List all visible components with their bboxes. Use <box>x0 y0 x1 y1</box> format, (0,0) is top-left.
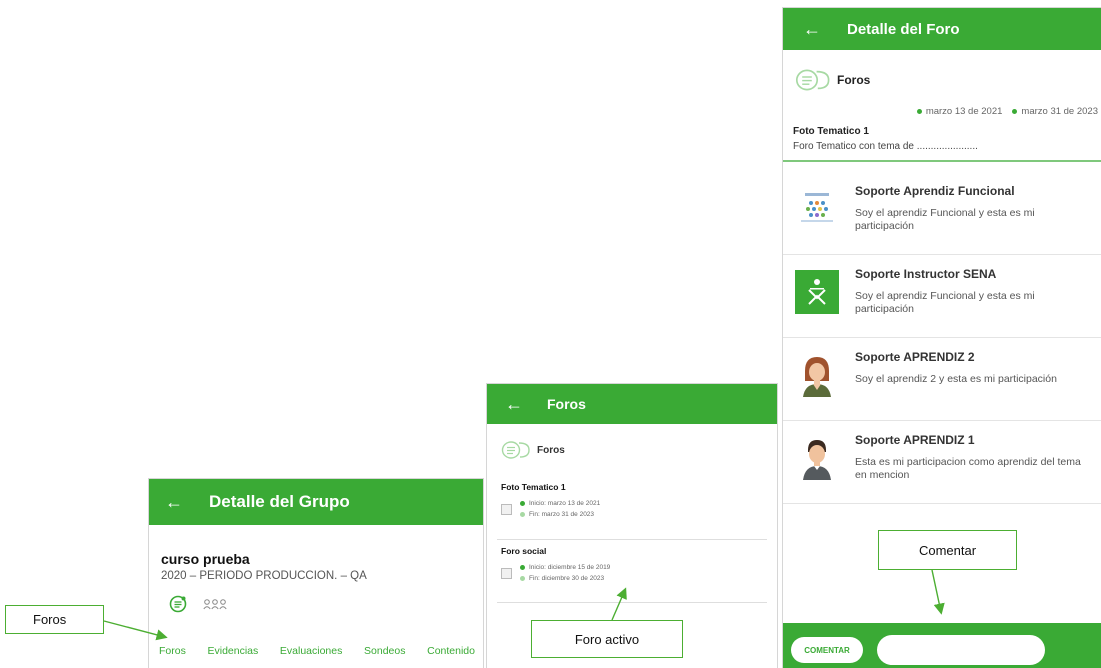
section-header: Foros <box>795 68 870 92</box>
section-label: Foros <box>537 444 565 456</box>
end-date: marzo 31 de 2023 <box>1012 106 1098 117</box>
callout-foros: Foros <box>5 605 104 634</box>
forum-checkbox[interactable] <box>501 503 512 515</box>
man-avatar <box>803 440 831 480</box>
comment-bar: COMENTAR <box>783 623 1101 668</box>
end-dot-icon <box>520 575 525 581</box>
app-bar: ← Detalle del Grupo <box>149 479 483 525</box>
start-date-text: marzo 13 de 2021 <box>925 106 1003 117</box>
woman-avatar <box>803 357 831 397</box>
participant-name: Soporte Instructor SENA <box>855 267 997 281</box>
forum-item[interactable]: Foto Tematico 1 Inicio: marzo 13 de 2021… <box>501 482 767 520</box>
group-detail-screen: ← Detalle del Grupo curso prueba 2020 – … <box>148 478 484 668</box>
forum-end-text: Fin: diciembre 30 de 2023 <box>529 575 605 582</box>
divider <box>783 160 1101 162</box>
group-tabs: Foros Evidencias Evaluaciones Sondeos Co… <box>157 645 477 657</box>
tab-contenido[interactable]: Contenido <box>425 645 477 657</box>
course-name: curso prueba <box>161 551 250 567</box>
divider <box>497 539 767 540</box>
forum-date-range: marzo 13 de 2021 marzo 31 de 2023 <box>916 106 1098 117</box>
topic-title: Foto Tematico 1 <box>793 126 869 137</box>
start-date: marzo 13 de 2021 <box>916 106 1003 117</box>
end-date-text: marzo 31 de 2023 <box>1021 106 1098 117</box>
participant-item[interactable]: Soporte APRENDIZ 2 Soy el aprendiz 2 y e… <box>783 339 1101 421</box>
participant-item[interactable]: Soporte APRENDIZ 1 Esta es mi participac… <box>783 422 1101 504</box>
infographic-avatar <box>795 187 839 231</box>
tab-foros[interactable]: Foros <box>157 645 188 657</box>
back-arrow-icon[interactable]: ← <box>803 19 821 40</box>
forum-name: Foto Tematico 1 <box>501 482 566 492</box>
participant-name: Soporte Aprendiz Funcional <box>855 184 1015 198</box>
forum-end: Fin: marzo 31 de 2023 <box>520 509 600 520</box>
screen-title: Detalle del Grupo <box>209 492 350 511</box>
forum-checkbox[interactable] <box>501 567 512 579</box>
forum-end-text: Fin: marzo 31 de 2023 <box>529 511 595 518</box>
forum-item[interactable]: Foro social Inicio: diciembre 15 de 2019… <box>501 546 767 584</box>
forum-start: Inicio: marzo 13 de 2021 <box>520 498 600 509</box>
end-dot-icon <box>1012 108 1018 114</box>
sena-logo-avatar <box>795 270 839 314</box>
end-dot-icon <box>520 511 525 517</box>
forum-dates: Inicio: diciembre 15 de 2019 Fin: diciem… <box>501 562 767 584</box>
chat-bubbles-icon <box>501 441 530 459</box>
participant-text: Soy el aprendiz Funcional y esta es mi p… <box>855 290 1035 315</box>
canvas: ← Detalle del Grupo curso prueba 2020 – … <box>0 0 1101 668</box>
course-period: 2020 – PERIODO PRODUCCION. – QA <box>161 570 367 582</box>
section-label: Foros <box>837 73 871 87</box>
participant-item[interactable]: Soporte Aprendiz Funcional Soy el aprend… <box>783 173 1101 255</box>
back-arrow-icon[interactable]: ← <box>165 492 183 513</box>
participant-name: Soporte APRENDIZ 1 <box>855 433 975 447</box>
chat-bubbles-icon <box>795 69 830 91</box>
participant-text: Soy el aprendiz Funcional y esta es mi p… <box>855 207 1035 232</box>
section-header: Foros <box>501 440 565 460</box>
tab-evidencias[interactable]: Evidencias <box>205 645 260 657</box>
tab-evaluaciones[interactable]: Evaluaciones <box>278 645 344 657</box>
forum-name: Foro social <box>501 546 547 556</box>
topic-description: Foro Tematico con tema de ..............… <box>793 141 978 152</box>
participant-text: Soy el aprendiz 2 y esta es mi participa… <box>855 373 1057 385</box>
back-arrow-icon[interactable]: ← <box>505 394 523 415</box>
tab-sondeos[interactable]: Sondeos <box>362 645 407 657</box>
comment-button[interactable]: COMENTAR <box>791 637 863 663</box>
callout-foro-activo: Foro activo <box>531 620 683 658</box>
group-icons <box>169 595 227 613</box>
forum-start: Inicio: diciembre 15 de 2019 <box>520 562 610 573</box>
forum-end: Fin: diciembre 30 de 2023 <box>520 573 610 584</box>
forum-start-text: Inicio: marzo 13 de 2021 <box>529 500 601 507</box>
participant-item[interactable]: Soporte Instructor SENA Soy el aprendiz … <box>783 256 1101 338</box>
participant-text: Esta es mi participacion como aprendiz d… <box>855 456 1081 481</box>
screen-title: Detalle del Foro <box>847 20 960 38</box>
divider <box>497 602 767 603</box>
start-dot-icon <box>520 500 525 506</box>
participant-name: Soporte APRENDIZ 2 <box>855 350 975 364</box>
app-bar: ← Detalle del Foro <box>783 8 1101 50</box>
start-dot-icon <box>520 564 525 570</box>
people-icon[interactable] <box>203 598 227 610</box>
start-dot-icon <box>916 108 922 114</box>
forum-start-text: Inicio: diciembre 15 de 2019 <box>529 564 611 571</box>
screen-title: Foros <box>547 396 586 412</box>
forum-icon[interactable] <box>169 595 187 613</box>
app-bar: ← Foros <box>487 384 777 424</box>
callout-comentar: Comentar <box>878 530 1017 570</box>
forum-dates: Inicio: marzo 13 de 2021 Fin: marzo 31 d… <box>501 498 767 520</box>
comment-input[interactable] <box>877 635 1045 665</box>
